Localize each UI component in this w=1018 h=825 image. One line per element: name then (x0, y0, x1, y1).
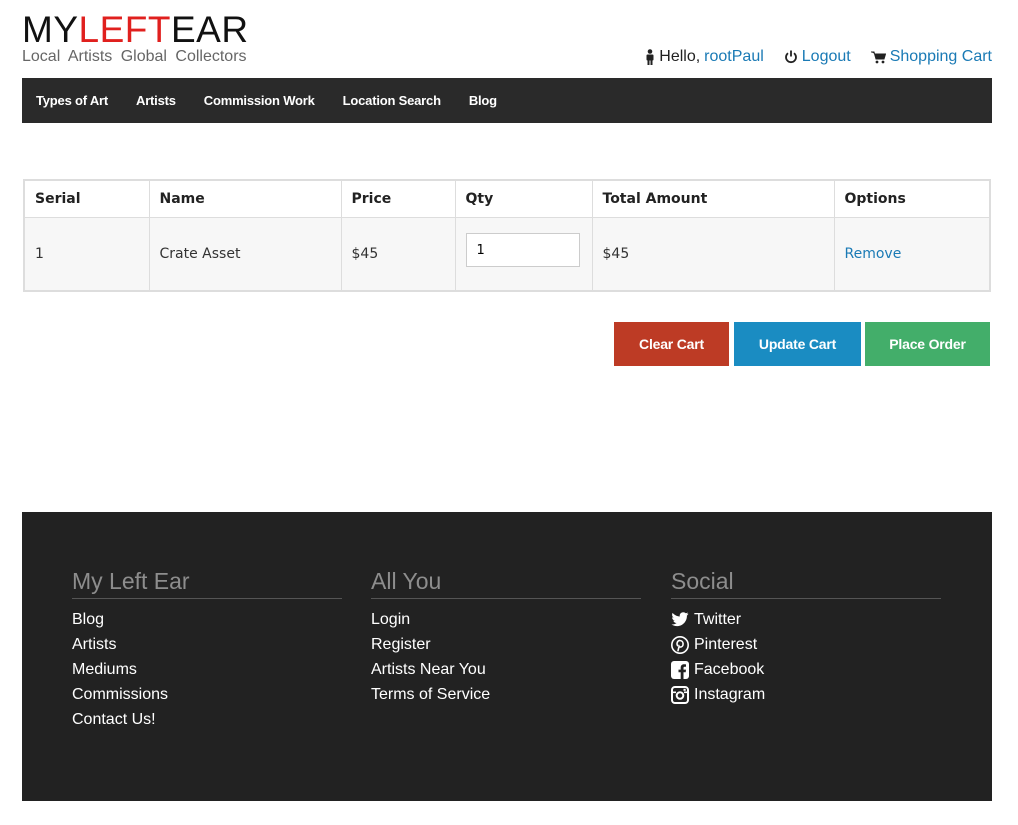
table-header-row: Serial Name Price Qty Total Amount Optio… (23, 179, 991, 218)
facebook-icon (671, 660, 689, 679)
nav-commission-work[interactable]: Commission Work (190, 93, 329, 108)
footer-link-terms[interactable]: Terms of Service (371, 686, 490, 703)
place-order-button[interactable]: Place Order (865, 322, 990, 366)
nav-blog[interactable]: Blog (455, 93, 511, 108)
cell-name: Crate Asset (148, 217, 342, 292)
cell-total: $45 (591, 217, 835, 292)
table-row: 1 Crate Asset $45 $45 Remove (23, 217, 991, 292)
site-logo[interactable]: MYLEFTEAR Local Artists Global Collector… (22, 10, 249, 66)
footer-link-artists[interactable]: Artists (72, 636, 116, 653)
remove-link[interactable]: Remove (845, 246, 902, 262)
cell-serial: 1 (23, 217, 150, 292)
cell-options: Remove (833, 217, 991, 292)
footer-col-all-you: All You Login Register Artists Near You … (371, 568, 641, 707)
instagram-label: Instagram (694, 686, 766, 703)
pinterest-label: Pinterest (694, 636, 758, 653)
cart-table: Serial Name Price Qty Total Amount Optio… (23, 179, 991, 292)
footer-link-instagram[interactable]: Instagram (671, 682, 765, 707)
update-cart-button[interactable]: Update Cart (734, 322, 861, 366)
user-greeting: Hello, rootPaul (645, 48, 764, 66)
logout-link[interactable]: Logout (784, 48, 851, 66)
user-bar: Hello, rootPaul Logout Shopping Cart (645, 48, 992, 66)
footer-link-contact[interactable]: Contact Us! (72, 711, 156, 728)
footer-link-pinterest[interactable]: Pinterest (671, 632, 757, 657)
username-link[interactable]: rootPaul (704, 48, 764, 66)
footer-heading: All You (371, 568, 641, 599)
site-footer: My Left Ear Blog Artists Mediums Commiss… (22, 512, 992, 801)
footer-link-twitter[interactable]: Twitter (671, 607, 741, 632)
shopping-cart-label[interactable]: Shopping Cart (890, 48, 992, 66)
footer-heading: My Left Ear (72, 568, 342, 599)
twitter-icon (671, 612, 689, 627)
twitter-label: Twitter (694, 611, 742, 628)
col-serial: Serial (23, 179, 150, 218)
main-nav: Types of Art Artists Commission Work Loc… (22, 78, 992, 123)
footer-heading: Social (671, 568, 941, 599)
footer-link-mediums[interactable]: Mediums (72, 661, 137, 678)
col-qty: Qty (454, 179, 593, 218)
footer-col-social: Social Twitter Pinterest Facebook Instag… (671, 568, 941, 707)
clear-cart-button[interactable]: Clear Cart (614, 322, 729, 366)
pinterest-icon (671, 635, 689, 654)
power-icon (784, 50, 797, 64)
footer-link-artists-near-you[interactable]: Artists Near You (371, 661, 486, 678)
instagram-icon (671, 685, 689, 704)
nav-artists[interactable]: Artists (122, 93, 190, 108)
greeting-text: Hello, (659, 48, 701, 65)
col-price: Price (340, 179, 456, 218)
user-icon (646, 49, 654, 65)
cell-price: $45 (340, 217, 456, 292)
logo-tagline: Local Artists Global Collectors (22, 48, 247, 65)
footer-col-my-left-ear: My Left Ear Blog Artists Mediums Commiss… (72, 568, 342, 732)
col-name: Name (148, 179, 342, 218)
nav-types-of-art[interactable]: Types of Art (22, 93, 122, 108)
logo-wordmark: MYLEFTEAR (22, 9, 249, 50)
cart-icon (870, 51, 886, 63)
footer-link-facebook[interactable]: Facebook (671, 657, 764, 682)
col-total: Total Amount (591, 179, 835, 218)
nav-location-search[interactable]: Location Search (329, 93, 455, 108)
footer-link-blog[interactable]: Blog (72, 611, 104, 628)
footer-link-commissions[interactable]: Commissions (72, 686, 168, 703)
qty-input[interactable] (465, 233, 580, 267)
shopping-cart-link[interactable]: Shopping Cart (870, 48, 992, 66)
logout-label[interactable]: Logout (802, 48, 851, 66)
cell-qty (454, 217, 593, 292)
footer-link-register[interactable]: Register (371, 636, 431, 653)
col-options: Options (833, 179, 991, 218)
footer-link-login[interactable]: Login (371, 611, 410, 628)
facebook-label: Facebook (694, 661, 765, 678)
